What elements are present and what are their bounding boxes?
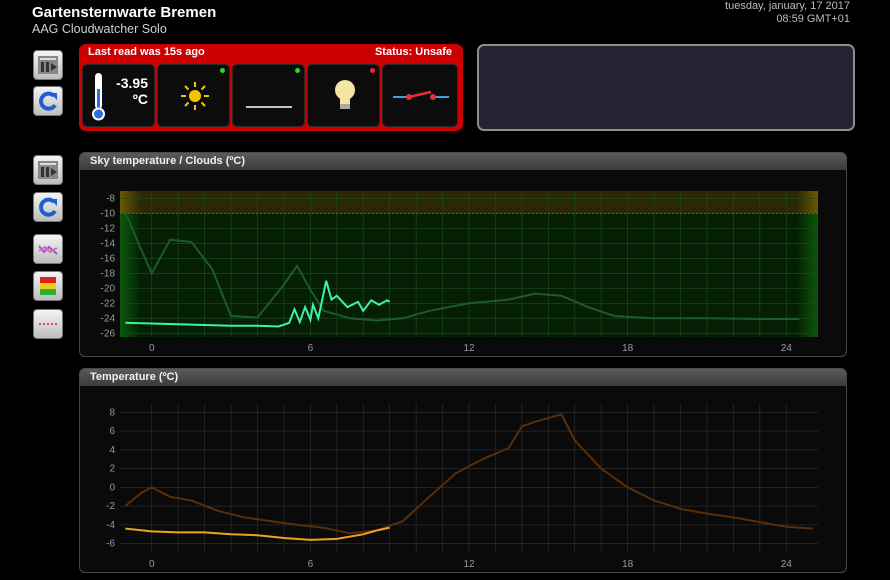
x-tick-label: 6 xyxy=(308,343,314,354)
light-bulb-icon xyxy=(335,80,355,109)
stream-toggle-button[interactable] xyxy=(33,50,63,80)
sky-temperature-panel: Sky temperature / Clouds (ºC) -8 -10 -12 -1… xyxy=(79,152,847,357)
status-panel: Last read was 15s ago Status: Unsafe -3.… xyxy=(79,44,463,131)
y-tick-label: -8 xyxy=(106,193,115,204)
x-tick-label: 12 xyxy=(463,343,475,354)
x-tick-label: 18 xyxy=(622,343,634,354)
x-tick-label: 0 xyxy=(149,343,155,354)
refresh-icon xyxy=(39,91,57,111)
indicator-dot xyxy=(370,68,375,73)
y-tick-label: 0 xyxy=(109,482,115,493)
y-tick-label: -22 xyxy=(101,298,116,309)
x-tick-label: 24 xyxy=(781,343,793,354)
y-tick-label: 4 xyxy=(109,445,115,456)
trend-lines-button[interactable] xyxy=(33,234,63,264)
datetime-display: tuesday, january, 17 2017 08:59 GMT+01 xyxy=(725,0,850,26)
panel-play-icon xyxy=(38,56,58,74)
time-label: 08:59 GMT+01 xyxy=(776,13,850,25)
y-tick-label: -12 xyxy=(101,223,116,234)
refresh-button[interactable] xyxy=(33,86,63,116)
y-tick-label: -24 xyxy=(101,313,116,324)
traffic-bars-icon xyxy=(40,277,56,295)
message-box xyxy=(477,44,855,131)
sky-temperature-chart: -8 -10 -12 -14 -16 -18 -20 -22 -24 -26 0 6 12 18 24 xyxy=(101,191,818,354)
indicator-dot xyxy=(220,68,225,73)
y-tick-label: -4 xyxy=(106,520,115,531)
panel-play-icon xyxy=(38,161,58,179)
trend-lines-icon xyxy=(38,245,58,255)
x-tick-label: 18 xyxy=(622,559,634,570)
y-tick-label: -20 xyxy=(101,283,116,294)
y-tick-label: -14 xyxy=(101,238,116,249)
y-tick-label: -26 xyxy=(101,328,116,339)
sun-icon xyxy=(181,82,209,110)
line-icon xyxy=(246,106,292,108)
temperature-panel: Temperature (ºC) 8 6 4 2 0 -2 -4 -6 0 6 12 18 24 xyxy=(79,368,847,573)
temperature-chart-title: Temperature (ºC) xyxy=(80,369,846,386)
y-tick-label: -10 xyxy=(101,208,116,219)
refresh-icon xyxy=(39,197,57,217)
daylight-cell xyxy=(157,64,230,127)
observatory-title: Gartensternwarte Bremen xyxy=(32,4,217,21)
indicator-dot xyxy=(295,68,300,73)
device-subtitle: AAG Cloudwatcher Solo xyxy=(32,22,167,36)
y-tick-label: -16 xyxy=(101,253,116,264)
date-label: tuesday, january, 17 2017 xyxy=(725,0,850,12)
last-read-label: Last read was 15s ago xyxy=(88,46,205,58)
temperature-cell: -3.95 ºC xyxy=(82,64,155,127)
temperature-unit: ºC xyxy=(132,91,148,107)
sky-chart-title: Sky temperature / Clouds (ºC) xyxy=(80,153,846,170)
temperature-value: -3.95 xyxy=(116,75,148,91)
y-tick-label: -2 xyxy=(106,501,115,512)
chart-stream-toggle-button[interactable] xyxy=(33,155,63,185)
rain-cell xyxy=(232,64,305,127)
x-tick-label: 12 xyxy=(463,559,475,570)
y-tick-label: 2 xyxy=(109,464,115,475)
y-tick-label: 8 xyxy=(109,407,115,418)
dotted-line-icon xyxy=(39,323,57,325)
threshold-line-button[interactable] xyxy=(33,309,63,339)
switch-icon xyxy=(393,90,449,100)
y-tick-label: 6 xyxy=(109,426,115,437)
y-tick-label: -18 xyxy=(101,268,116,279)
switch-cell xyxy=(382,64,458,127)
safety-status-label: Status: Unsafe xyxy=(374,46,452,58)
brightness-cell xyxy=(307,64,380,127)
x-tick-label: 0 xyxy=(149,559,155,570)
thermometer-icon xyxy=(92,73,105,121)
temperature-chart: 8 6 4 2 0 -2 -4 -6 0 6 12 18 24 xyxy=(106,403,818,570)
chart-refresh-button[interactable] xyxy=(33,192,63,222)
safety-levels-button[interactable] xyxy=(33,271,63,301)
y-tick-label: -6 xyxy=(106,539,115,550)
x-tick-label: 6 xyxy=(308,559,314,570)
x-tick-label: 24 xyxy=(781,559,793,570)
